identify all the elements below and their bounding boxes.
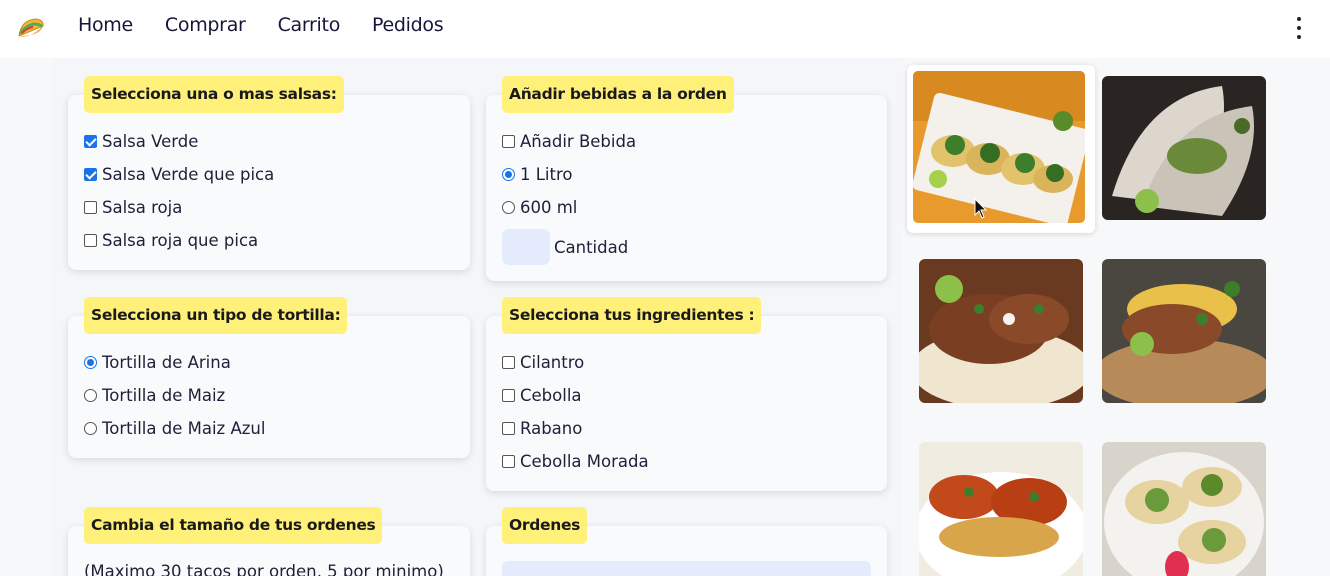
ingredientes-legend: Selecciona tus ingredientes : [502, 297, 762, 334]
taco-photo-3[interactable] [919, 259, 1083, 403]
nav-link-pedidos[interactable]: Pedidos [372, 14, 444, 36]
ordenes-list[interactable] [502, 561, 871, 576]
cantidad-input[interactable] [502, 229, 550, 265]
1-litro-radio[interactable] [502, 168, 515, 181]
tortilla-option[interactable]: Tortilla de Maiz Azul [84, 419, 265, 438]
salsa-roja-pica-checkbox[interactable] [84, 234, 97, 247]
taco-photo-5[interactable] [919, 442, 1083, 576]
600ml-radio[interactable] [502, 201, 515, 214]
bebidas-legend: Añadir bebidas a la orden [502, 76, 734, 113]
ingrediente-option[interactable]: Cilantro [502, 353, 584, 372]
taco-photo-4[interactable] [1102, 259, 1266, 403]
bebida-size-option[interactable]: 600 ml [502, 198, 577, 217]
mouse-cursor-icon [974, 198, 988, 219]
salsas-legend: Selecciona una o mas salsas: [84, 76, 344, 113]
salsa-option[interactable]: Salsa roja que pica [84, 231, 258, 250]
cantidad-label: Cantidad [554, 238, 629, 257]
salsa-roja-checkbox[interactable] [84, 201, 97, 214]
add-bebida-option[interactable]: Añadir Bebida [502, 132, 636, 151]
taco-photo-1[interactable] [907, 65, 1095, 233]
salsa-option[interactable]: Salsa roja [84, 198, 182, 217]
salsa-option[interactable]: Salsa Verde [84, 132, 198, 151]
ordenes-legend: Ordenes [502, 507, 588, 544]
tortilla-arina-radio[interactable] [84, 356, 97, 369]
bebida-size-option[interactable]: 1 Litro [502, 165, 573, 184]
cilantro-checkbox[interactable] [502, 356, 515, 369]
salsa-option[interactable]: Salsa Verde que pica [84, 165, 274, 184]
taco-photo-6[interactable] [1102, 442, 1266, 576]
tamano-legend: Cambia el tamaño de tus ordenes [84, 507, 383, 544]
kebab-menu-icon[interactable] [1292, 17, 1306, 39]
nav-link-comprar[interactable]: Comprar [165, 14, 246, 36]
taco-photo-2[interactable] [1102, 76, 1266, 220]
cebolla-checkbox[interactable] [502, 389, 515, 402]
taco-icon[interactable] [16, 14, 46, 44]
tortilla-maiz-azul-radio[interactable] [84, 422, 97, 435]
rabano-checkbox[interactable] [502, 422, 515, 435]
salsa-verde-pica-checkbox[interactable] [84, 168, 97, 181]
ingrediente-option[interactable]: Rabano [502, 419, 582, 438]
tortilla-option[interactable]: Tortilla de Arina [84, 353, 231, 372]
tortilla-option[interactable]: Tortilla de Maiz [84, 386, 225, 405]
ingrediente-option[interactable]: Cebolla Morada [502, 452, 649, 471]
salsa-verde-checkbox[interactable] [84, 135, 97, 148]
cebolla-morada-checkbox[interactable] [502, 455, 515, 468]
add-bebida-checkbox[interactable] [502, 135, 515, 148]
tortilla-maiz-radio[interactable] [84, 389, 97, 402]
tamano-note: (Maximo 30 tacos por orden, 5 por minimo… [84, 562, 444, 576]
tortilla-legend: Selecciona un tipo de tortilla: [84, 297, 348, 334]
ingrediente-option[interactable]: Cebolla [502, 386, 582, 405]
top-navbar: Home Comprar Carrito Pedidos [0, 0, 1330, 58]
nav-link-home[interactable]: Home [78, 14, 133, 36]
nav-link-carrito[interactable]: Carrito [278, 14, 341, 36]
